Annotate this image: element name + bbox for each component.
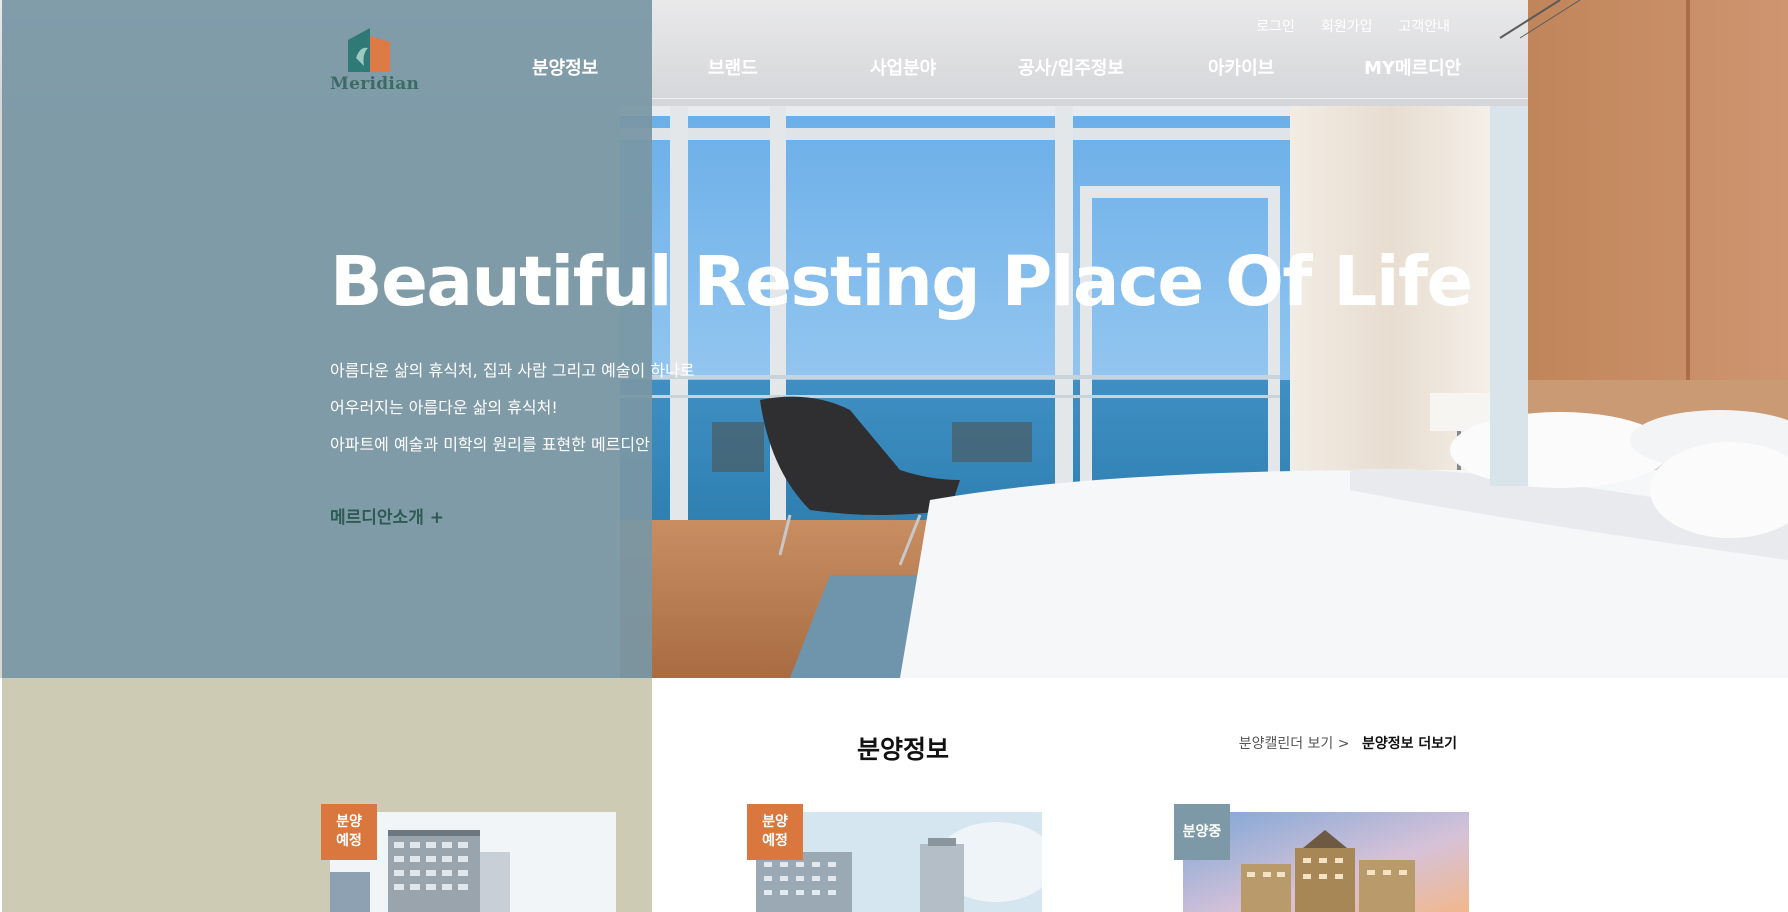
hero-desc-line-2: 어우러지는 아름다운 삶의 휴식처! [330,398,558,417]
sale-card-2-badge-text: 분양 예정 [762,814,788,849]
nav-item-archive[interactable]: 아카이브 [1208,54,1274,80]
utility-nav: 로그인 회원가입 고객안내 [1256,16,1450,36]
nav-item-my-meridian[interactable]: MY메르디안 [1364,54,1461,80]
nav-item-construction[interactable]: 공사/입주정보 [1018,54,1124,80]
hero-desc-line-1: 아름다운 삶의 휴식처, 집과 사람 그리고 예술이 하나로 [330,361,695,380]
login-link[interactable]: 로그인 [1256,16,1295,36]
nav-item-sale-info[interactable]: 분양정보 [532,54,598,80]
sale-card-3-badge-text: 분양중 [1182,823,1222,840]
hero-desc-line-3: 아파트에 예술과 미학의 원리를 표현한 메르디안 [330,435,650,454]
sale-card-1-badge-text: 분양 예정 [336,814,362,849]
signup-link[interactable]: 회원가입 [1321,16,1373,36]
main-nav: 분양정보 브랜드 사업분야 공사/입주정보 아카이브 MY메르디안 [0,54,1788,80]
sale-card-2-status-badge: 분양 예정 [747,804,803,860]
sale-card-3-status-badge: 분양중 [1174,804,1230,860]
hero-description: 아름다운 삶의 휴식처, 집과 사람 그리고 예술이 하나로 어우러지는 아름다… [330,352,695,463]
hero-banner [0,0,1788,678]
hero-title: Beautiful Resting Place Of Life [330,242,1473,322]
nav-item-business[interactable]: 사업분야 [870,54,936,80]
hero-tint-overlay [2,0,652,678]
nav-item-brand[interactable]: 브랜드 [708,54,758,80]
nav-divider [652,98,1528,99]
sale-section-links: 분양캘린더 보기 > 분양정보 더보기 [1239,733,1457,753]
sale-calendar-link[interactable]: 분양캘린더 보기 > [1239,736,1350,752]
customer-guide-link[interactable]: 고객안내 [1398,16,1450,36]
sale-card-1-status-badge: 분양 예정 [321,804,377,860]
meridian-intro-link[interactable]: 메르디안소개 + [330,503,444,528]
sale-more-link[interactable]: 분양정보 더보기 [1362,736,1457,752]
page: Meridian 로그인 회원가입 고객안내 분양정보 브랜드 사업분야 공사/… [0,0,1788,912]
sale-section-title: 분양정보 [857,735,950,764]
